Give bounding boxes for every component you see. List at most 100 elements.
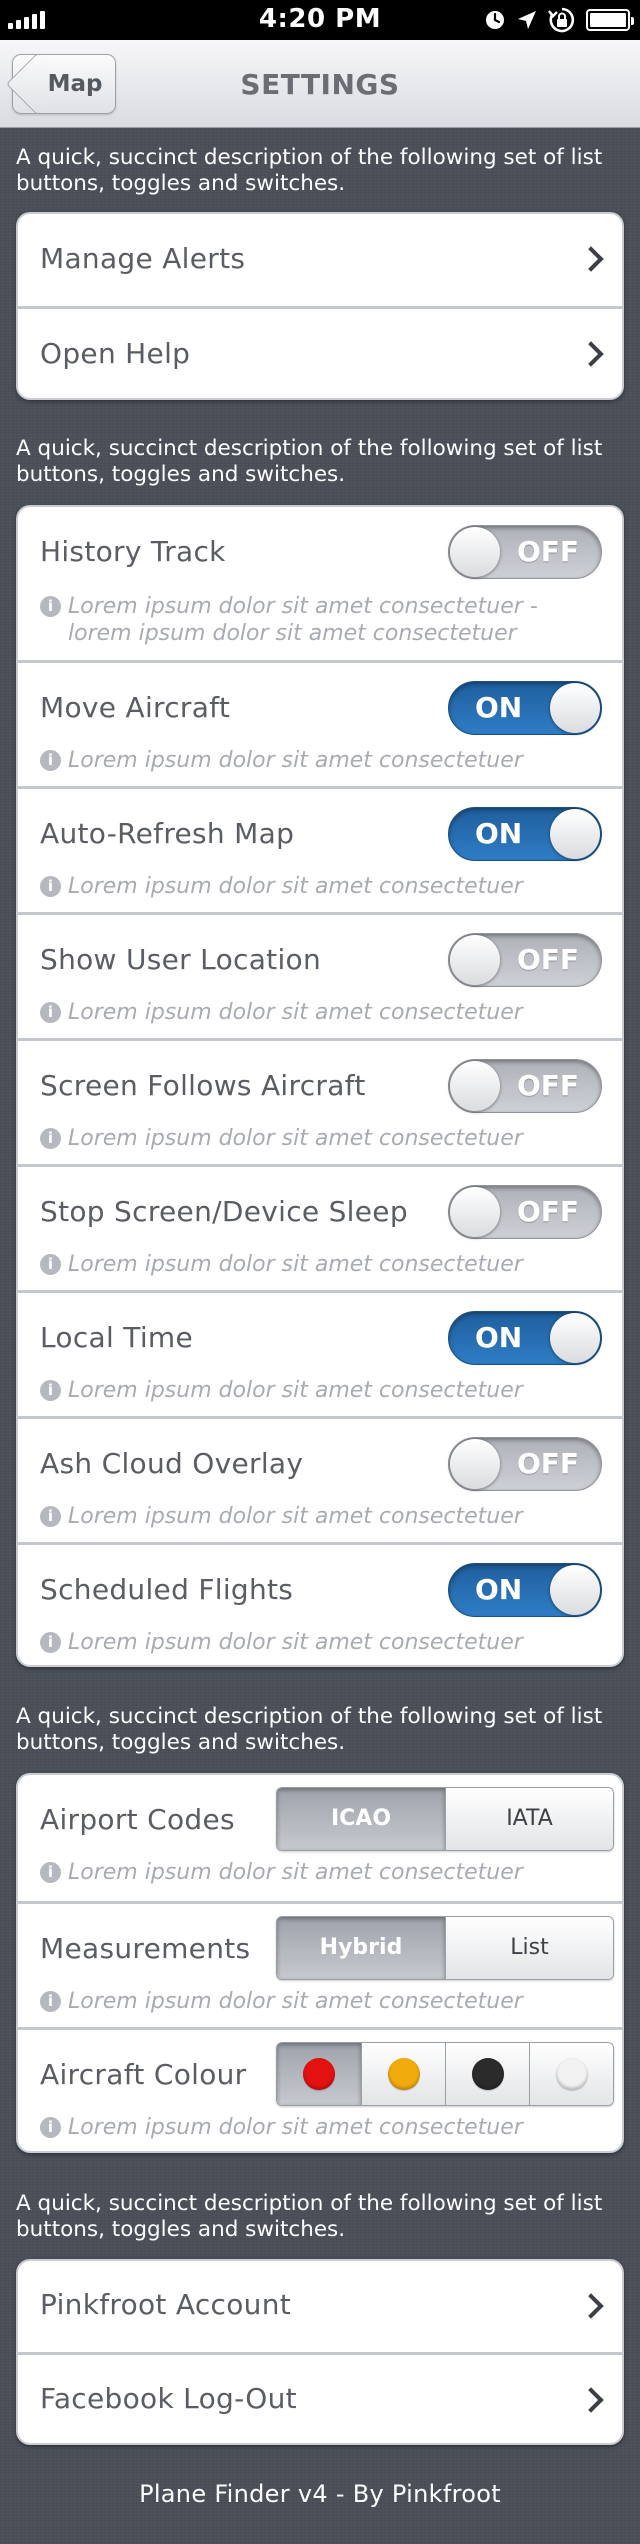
info-icon: i (40, 1506, 61, 1527)
toggle-state-text: OFF (516, 535, 579, 568)
footer-credit: Plane Finder v4 - By Pinkfroot (139, 2480, 501, 2508)
show-user-location-row: Show User Location OFF i Lorem ipsum dolo… (18, 912, 622, 1038)
row-label: Aircraft Colour (40, 2058, 247, 2091)
row-note: i Lorem ipsum dolor sit amet consectetuer (40, 1988, 602, 2015)
row-note: i Lorem ipsum dolor sit amet consectetuer (40, 873, 602, 900)
settings-group-account: Pinkfroot Account Facebook Log-Out (16, 2259, 624, 2445)
row-note: i Lorem ipsum dolor sit amet consectetuer (40, 1859, 602, 1886)
colour-option-white[interactable] (529, 2043, 613, 2105)
info-icon: i (40, 1254, 61, 1275)
row-label: Measurements (40, 1932, 251, 1965)
segment-list[interactable]: List (445, 1917, 613, 1979)
row-note: i Lorem ipsum dolor sit amet consectetuer (40, 999, 602, 1026)
colour-dot-icon (471, 2058, 504, 2090)
info-icon: i (40, 1002, 61, 1023)
scheduled-flights-toggle[interactable]: ON (448, 1563, 602, 1617)
segment-icao[interactable]: ICAO (277, 1788, 445, 1850)
toggle-state-text: OFF (516, 1447, 579, 1480)
colour-option-yellow[interactable] (361, 2043, 445, 2105)
row-label: Facebook Log-Out (40, 2382, 297, 2415)
segment-iata[interactable]: IATA (445, 1788, 613, 1850)
toggle-knob (550, 809, 600, 859)
settings-group-segments: Airport Codes ICAO IATA i Lorem ipsum dol… (16, 1773, 624, 2153)
row-note-text: Lorem ipsum dolor sit amet consectetuer (68, 2115, 523, 2140)
toggle-state-text: OFF (516, 943, 579, 976)
back-button-label: Map (47, 71, 103, 97)
row-label: History Track (40, 535, 226, 568)
history-track-row: History Track OFF i Lorem ipsum dolor sit… (18, 507, 622, 660)
toggle-knob (550, 1313, 600, 1363)
move-aircraft-row: Move Aircraft ON i Lorem ipsum dolor sit … (18, 660, 622, 786)
location-arrow-icon (518, 11, 536, 29)
colour-option-black[interactable] (445, 2043, 529, 2105)
row-label: Scheduled Flights (40, 1573, 294, 1606)
chevron-right-icon (578, 246, 604, 272)
row-note: i Lorem ipsum dolor sit amet consectetuer (40, 1251, 602, 1278)
screen-follows-aircraft-toggle[interactable]: OFF (448, 1059, 602, 1113)
local-time-toggle[interactable]: ON (448, 1311, 602, 1365)
auto-refresh-map-row: Auto-Refresh Map ON i Lorem ipsum dolor s… (18, 786, 622, 912)
settings-group-toggles: History Track OFF i Lorem ipsum dolor sit… (16, 505, 624, 1667)
row-label: Ash Cloud Overlay (40, 1447, 304, 1480)
row-label: Stop Screen/Device Sleep (40, 1195, 408, 1228)
info-icon: i (40, 596, 61, 617)
info-icon: i (40, 1632, 61, 1653)
toggle-knob (550, 1565, 600, 1615)
row-label: Local Time (40, 1321, 193, 1354)
section-description: A quick, succinct description of the fol… (16, 1704, 603, 1755)
pinkfroot-account-row[interactable]: Pinkfroot Account (18, 2261, 622, 2352)
aircraft-colour-row: Aircraft Colour i Lorem ipsum dolor sit a… (18, 2027, 622, 2151)
manage-alerts-row[interactable]: Manage Alerts (18, 214, 622, 306)
auto-refresh-map-toggle[interactable]: ON (448, 807, 602, 861)
toggle-state-text: OFF (516, 1195, 579, 1228)
row-note-text: Lorem ipsum dolor sit amet consectetuer … (68, 594, 538, 646)
move-aircraft-toggle[interactable]: ON (448, 681, 602, 735)
toggle-knob (450, 527, 500, 577)
airport-codes-row: Airport Codes ICAO IATA i Lorem ipsum dol… (18, 1775, 622, 1901)
show-user-location-toggle[interactable]: OFF (448, 933, 602, 987)
colour-dot-icon (303, 2058, 335, 2090)
stop-screen-sleep-toggle[interactable]: OFF (448, 1185, 602, 1239)
row-note-text: Lorem ipsum dolor sit amet consectetuer (68, 748, 523, 773)
toggle-state-text: OFF (516, 1069, 579, 1102)
alarm-clock-icon (486, 11, 504, 29)
row-note-text: Lorem ipsum dolor sit amet consectetuer (68, 1252, 523, 1277)
status-bar: 4:20 PM (0, 0, 640, 40)
row-note: i Lorem ipsum dolor sit amet consectetuer (40, 1503, 602, 1530)
battery-icon (586, 9, 634, 31)
airport-codes-segmented-control: ICAO IATA (276, 1787, 614, 1851)
toggle-state-text: ON (475, 817, 523, 850)
row-label: Move Aircraft (40, 691, 231, 724)
scheduled-flights-row: Scheduled Flights ON i Lorem ipsum dolor … (18, 1542, 622, 1665)
settings-group-links: Manage Alerts Open Help (16, 212, 624, 400)
colour-option-red[interactable] (277, 2043, 361, 2105)
screen-follows-aircraft-row: Screen Follows Aircraft OFF i Lorem ipsum… (18, 1038, 622, 1164)
chevron-right-icon (578, 2293, 604, 2319)
row-note: i Lorem ipsum dolor sit amet consectetuer (40, 1377, 602, 1404)
info-icon: i (40, 1991, 61, 2012)
local-time-row: Local Time ON i Lorem ipsum dolor sit ame… (18, 1290, 622, 1416)
segment-hybrid[interactable]: Hybrid (277, 1917, 445, 1979)
row-note: i Lorem ipsum dolor sit amet consectetuer (40, 747, 602, 774)
row-label: Pinkfroot Account (40, 2288, 292, 2321)
row-label: Airport Codes (40, 1803, 235, 1836)
row-note-text: Lorem ipsum dolor sit amet consectetuer (68, 1860, 523, 1885)
chevron-right-icon (578, 341, 604, 367)
toggle-state-text: ON (475, 1321, 523, 1354)
ash-cloud-overlay-toggle[interactable]: OFF (448, 1437, 602, 1491)
measurements-segmented-control: Hybrid List (276, 1916, 614, 1980)
row-note: i Lorem ipsum dolor sit amet consectetuer (40, 1629, 602, 1656)
toggle-knob (450, 1187, 500, 1237)
facebook-logout-row[interactable]: Facebook Log-Out (18, 2352, 622, 2443)
info-icon: i (40, 1128, 61, 1149)
info-icon: i (40, 876, 61, 897)
row-label: Auto-Refresh Map (40, 817, 295, 850)
toggle-knob (450, 1439, 500, 1489)
history-track-toggle[interactable]: OFF (448, 525, 602, 579)
row-label: Show User Location (40, 943, 321, 976)
row-note: i Lorem ipsum dolor sit amet consectetuer… (40, 593, 602, 647)
measurements-row: Measurements Hybrid List i Lorem ipsum do… (18, 1901, 622, 2027)
colour-dot-icon (387, 2058, 420, 2090)
open-help-row[interactable]: Open Help (18, 306, 622, 398)
rotation-lock-icon (548, 7, 575, 33)
